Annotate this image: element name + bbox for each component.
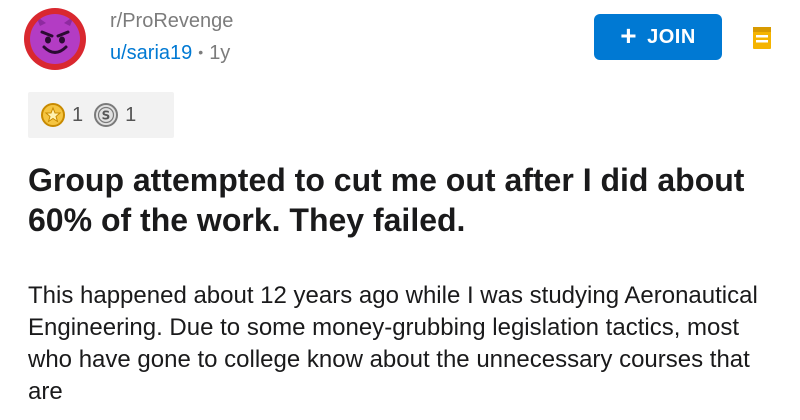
post-meta: u/saria19 • 1y (110, 42, 230, 65)
devil-face-icon (30, 14, 80, 64)
subreddit-avatar[interactable] (24, 8, 86, 70)
post-age: 1y (209, 42, 231, 64)
post-title[interactable]: Group attempted to cut me out after I di… (28, 160, 768, 240)
awards-bar[interactable]: 1 S 1 (28, 92, 174, 138)
meta-separator: • (198, 44, 204, 60)
post-header: r/ProRevenge u/saria19 • 1y + JOIN (24, 6, 784, 74)
plus-icon: + (620, 20, 638, 51)
award-silver-count: 1 (125, 103, 137, 126)
gold-star-award-icon (41, 103, 65, 127)
mod-shield-icon[interactable] (752, 26, 772, 50)
join-button[interactable]: + JOIN (594, 14, 722, 60)
silver-award-icon: S (94, 103, 119, 127)
subreddit-name[interactable]: r/ProRevenge (110, 10, 233, 33)
join-label: JOIN (647, 25, 696, 48)
award-gold[interactable]: 1 (40, 102, 83, 128)
award-silver[interactable]: S 1 (93, 102, 136, 128)
post-body: This happened about 12 years ago while I… (28, 282, 758, 405)
svg-text:S: S (102, 109, 111, 123)
author-link[interactable]: u/saria19 (110, 42, 192, 64)
award-gold-count: 1 (72, 103, 84, 126)
